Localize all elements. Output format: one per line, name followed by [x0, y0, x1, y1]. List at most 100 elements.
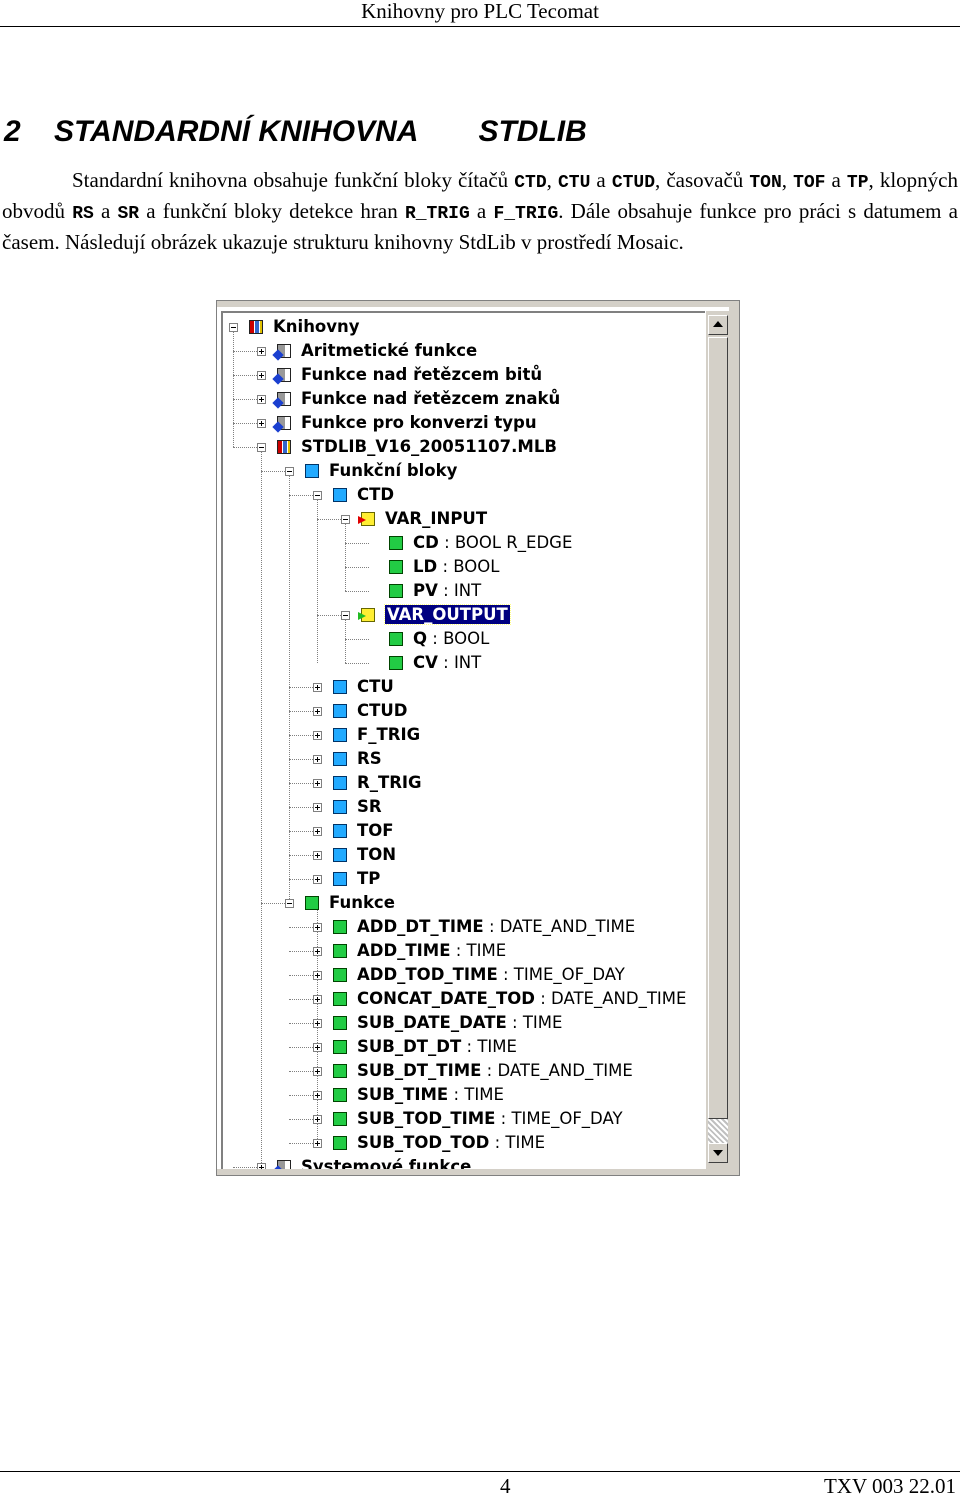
tree-item[interactable]: Aritmetické funkce [301, 339, 477, 363]
tree-item[interactable]: TP [357, 867, 380, 891]
tree-connector-line [289, 975, 313, 976]
expand-plus-icon[interactable] [257, 395, 266, 404]
tree-item[interactable]: Funkce nad řetězcem bitů [301, 363, 542, 387]
expand-plus-icon[interactable] [313, 995, 322, 1004]
expand-plus-icon[interactable] [313, 755, 322, 764]
tree-connector-line [289, 759, 313, 760]
tree-connector-line [233, 351, 257, 352]
text: a [469, 199, 494, 223]
collapse-minus-icon[interactable] [341, 611, 350, 620]
arrow-down-icon [713, 1150, 723, 1156]
collapse-minus-icon[interactable] [341, 515, 350, 524]
expand-plus-icon[interactable] [257, 419, 266, 428]
expand-plus-icon[interactable] [313, 803, 322, 812]
text: a [825, 168, 847, 192]
scroll-down-button[interactable] [708, 1143, 728, 1163]
tree-item[interactable]: R_TRIG [357, 771, 422, 795]
code-f-trig: F_TRIG [493, 204, 559, 224]
scrollbar-track[interactable] [708, 1119, 728, 1143]
collapse-minus-icon[interactable] [257, 443, 266, 452]
expand-plus-icon[interactable] [313, 1019, 322, 1028]
tree-connector-line [289, 783, 313, 784]
tree-item-label: SUB_DATE_DATE [357, 1013, 507, 1032]
expand-plus-icon[interactable] [313, 827, 322, 836]
library-tree-view[interactable]: Knihovny Aritmetické funkce Funkce nad řet… [221, 311, 707, 1173]
text: Standardní knihovna obsahuje funkční blo… [72, 168, 515, 192]
expand-plus-icon[interactable] [313, 731, 322, 740]
expand-plus-icon[interactable] [313, 923, 322, 932]
tree-item[interactable]: SUB_TOD_TIME : TIME_OF_DAY [357, 1107, 623, 1131]
tree-item-type: : TIME [512, 1013, 563, 1032]
expand-plus-icon[interactable] [313, 707, 322, 716]
expand-plus-icon[interactable] [313, 1067, 322, 1076]
tree-item-type: : TIME [466, 1037, 517, 1056]
tree-connector-line [289, 1119, 313, 1120]
expand-plus-icon[interactable] [313, 947, 322, 956]
tree-item[interactable]: CTUD [357, 699, 407, 723]
tree-connector-line [289, 711, 313, 712]
expand-plus-icon[interactable] [313, 1115, 322, 1124]
tree-item[interactable]: F_TRIG [357, 723, 420, 747]
collapse-minus-icon[interactable] [285, 899, 294, 908]
tree-item[interactable]: Funkce [329, 891, 395, 915]
expand-plus-icon[interactable] [313, 779, 322, 788]
tree-item[interactable]: SUB_DATE_DATE : TIME [357, 1011, 562, 1035]
tree-item[interactable]: Knihovny [273, 315, 360, 339]
collapse-minus-icon[interactable] [285, 467, 294, 476]
collapse-minus-icon[interactable] [313, 491, 322, 500]
expand-plus-icon[interactable] [313, 1139, 322, 1148]
tree-item[interactable]: Funkce nad řetězcem znaků [301, 387, 560, 411]
tree-item[interactable]: CTU [357, 675, 394, 699]
function-block-icon [333, 776, 347, 790]
code-tof: TOF [793, 173, 826, 193]
tree-item[interactable]: SUB_TIME : TIME [357, 1083, 504, 1107]
tree-item[interactable]: SR [357, 795, 382, 819]
expand-plus-icon[interactable] [313, 875, 322, 884]
tree-item[interactable]: CONCAT_DATE_TOD : DATE_AND_TIME [357, 987, 686, 1011]
scrollbar-thumb[interactable] [708, 337, 728, 1119]
function-block-icon [333, 872, 347, 886]
expand-plus-icon[interactable] [313, 683, 322, 692]
tree-connector-line [289, 475, 290, 903]
tree-item[interactable]: VAR_INPUT [385, 507, 487, 531]
expand-plus-icon[interactable] [313, 971, 322, 980]
tree-item-type: : BOOL [432, 629, 490, 648]
tree-item[interactable]: VAR_OUTPUT [384, 603, 511, 627]
expand-plus-icon[interactable] [257, 371, 266, 380]
section-title: STANDARDNÍ KNIHOVNA [54, 115, 419, 148]
vertical-scrollbar[interactable] [705, 311, 730, 1171]
tree-connector-line [233, 447, 257, 448]
tree-connector-line [289, 951, 313, 952]
tree-item[interactable]: LD : BOOL [413, 555, 499, 579]
tree-item[interactable]: RS [357, 747, 382, 771]
tree-item-label: CTD [357, 485, 395, 504]
tree-item[interactable]: TOF [357, 819, 394, 843]
expand-plus-icon[interactable] [257, 347, 266, 356]
tree-item[interactable]: Q : BOOL [413, 627, 489, 651]
section-title-lib: STDLIB [478, 115, 587, 148]
tree-item[interactable]: CTD [357, 483, 394, 507]
expand-plus-icon[interactable] [313, 1091, 322, 1100]
function-icon [333, 1040, 347, 1054]
scroll-up-button[interactable] [708, 315, 728, 335]
tree-item[interactable]: TON [357, 843, 396, 867]
tree-item[interactable]: Funkční bloky [329, 459, 457, 483]
tree-item[interactable]: ADD_TIME : TIME [357, 939, 506, 963]
tree-item[interactable]: SUB_DT_TIME : DATE_AND_TIME [357, 1059, 633, 1083]
tree-connector-line [261, 903, 285, 904]
collapse-minus-icon[interactable] [229, 323, 238, 332]
tree-item[interactable]: SUB_TOD_TOD : TIME [357, 1131, 545, 1155]
expand-plus-icon[interactable] [313, 1043, 322, 1052]
tree-item[interactable]: ADD_DT_TIME : DATE_AND_TIME [357, 915, 635, 939]
tree-item[interactable]: Funkce pro konverzi typu [301, 411, 537, 435]
variable-icon [389, 632, 403, 646]
tree-connector-line [289, 1047, 313, 1048]
tree-item[interactable]: CD : BOOL R_EDGE [413, 531, 572, 555]
tree-item[interactable]: SUB_DT_DT : TIME [357, 1035, 517, 1059]
tree-item[interactable]: STDLIB_V16_20051107.MLB [301, 435, 557, 459]
tree-item[interactable]: CV : INT [413, 651, 481, 675]
tree-connector-line [289, 495, 313, 496]
tree-item[interactable]: ADD_TOD_TIME : TIME_OF_DAY [357, 963, 625, 987]
expand-plus-icon[interactable] [313, 851, 322, 860]
tree-item[interactable]: PV : INT [413, 579, 481, 603]
